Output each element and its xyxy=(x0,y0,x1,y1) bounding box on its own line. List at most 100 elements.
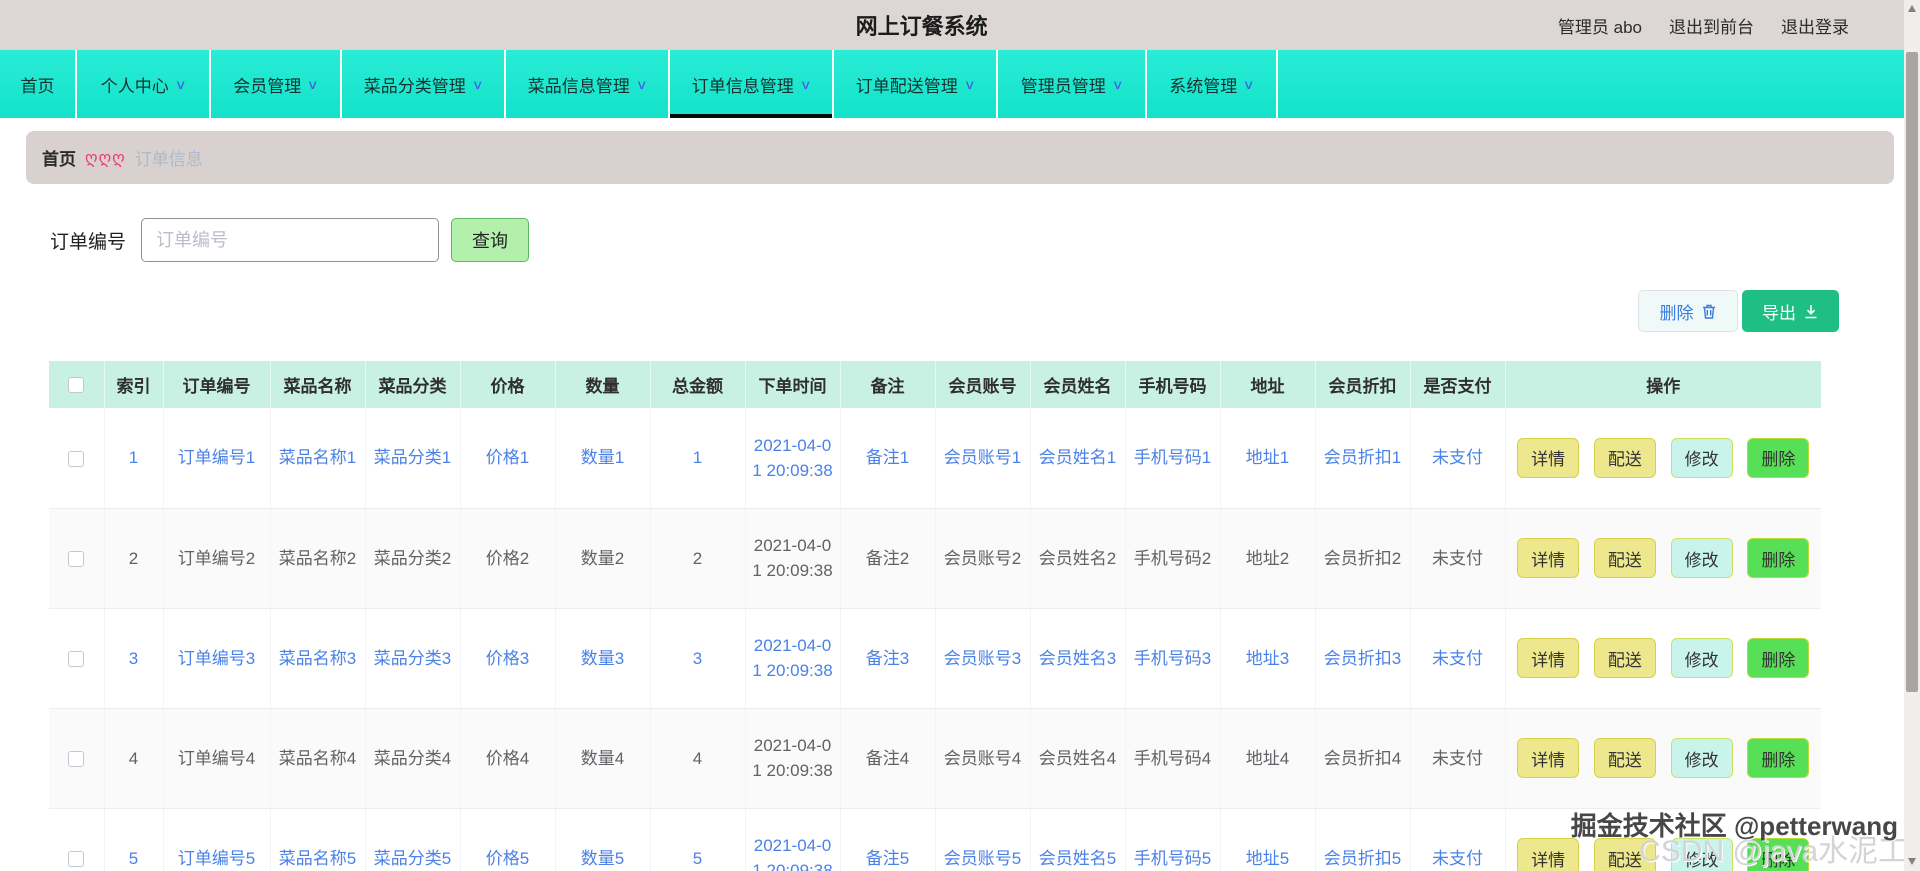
cell-quantity: 数量3 xyxy=(555,608,651,709)
nav-item[interactable]: 个人中心 ∨ xyxy=(77,50,211,118)
deliver-button[interactable]: 配送 xyxy=(1593,437,1656,478)
nav-item[interactable]: 首页 xyxy=(0,50,77,118)
cell-quantity: 数量5 xyxy=(555,808,651,871)
delete-button[interactable]: 删除 xyxy=(1747,538,1810,578)
cell-discount: 会员折扣2 xyxy=(1315,508,1411,609)
cell-dish-category: 菜品分类3 xyxy=(365,608,461,709)
chevron-down-icon: ∨ xyxy=(471,77,484,92)
search-row: 订单编号 查询 xyxy=(50,218,1920,262)
cell-member-name: 会员姓名4 xyxy=(1030,708,1126,809)
nav-item[interactable]: 订单信息管理 ∨ xyxy=(670,50,834,118)
row-checkbox[interactable] xyxy=(68,851,85,868)
nav-item[interactable]: 会员管理 ∨ xyxy=(211,50,342,118)
cell-dish-name: 菜品名称2 xyxy=(270,508,366,609)
column-header: 地址 xyxy=(1220,361,1316,408)
column-header: 菜品名称 xyxy=(270,361,366,408)
orders-table-wrap: 索引 订单编号 菜品名称 菜品分类 价格 数量 总金额 下单时间 备注 会员账号… xyxy=(49,361,1920,871)
cell-member-account: 会员账号3 xyxy=(935,608,1031,709)
row-checkbox[interactable] xyxy=(68,751,85,768)
cell-paid: 未支付 xyxy=(1410,708,1506,809)
back-to-front-link[interactable]: 退出到前台 xyxy=(1669,13,1754,38)
cell-order-no: 订单编号4 xyxy=(163,708,271,809)
column-header: 会员账号 xyxy=(935,361,1031,408)
chevron-down-icon: ∨ xyxy=(635,77,648,92)
scrollbar-up-arrow[interactable] xyxy=(1908,5,1916,12)
nav-item-label: 菜品分类管理 xyxy=(363,76,466,96)
cell-index: 4 xyxy=(104,708,164,809)
cell-dish-name: 菜品名称5 xyxy=(270,808,366,871)
table-header-row: 索引 订单编号 菜品名称 菜品分类 价格 数量 总金额 下单时间 备注 会员账号… xyxy=(49,361,1821,408)
batch-delete-button[interactable]: 删除 xyxy=(1638,290,1738,332)
cell-discount: 会员折扣4 xyxy=(1315,708,1411,809)
deliver-button[interactable]: 配送 xyxy=(1593,738,1656,778)
cell-phone: 手机号码1 xyxy=(1125,408,1221,509)
detail-button[interactable]: 详情 xyxy=(1517,538,1580,578)
column-header: 价格 xyxy=(460,361,556,408)
cell-dish-category: 菜品分类5 xyxy=(365,808,461,871)
export-button[interactable]: 导出 xyxy=(1742,290,1839,332)
nav-item-label: 订单配送管理 xyxy=(855,76,958,96)
detail-button[interactable]: 详情 xyxy=(1517,838,1580,871)
scrollbar-down-arrow[interactable] xyxy=(1908,858,1916,865)
edit-button[interactable]: 修改 xyxy=(1670,738,1733,778)
logout-link[interactable]: 退出登录 xyxy=(1781,13,1849,38)
column-header: 订单编号 xyxy=(163,361,271,408)
cell-remark: 备注1 xyxy=(840,408,936,509)
nav-item[interactable]: 订单配送管理 ∨ xyxy=(834,50,998,118)
delete-button[interactable]: 删除 xyxy=(1747,838,1810,871)
nav-item[interactable]: 菜品信息管理 ∨ xyxy=(506,50,670,118)
chevron-down-icon: ∨ xyxy=(174,77,187,92)
deliver-button[interactable]: 配送 xyxy=(1593,638,1656,678)
edit-button[interactable]: 修改 xyxy=(1670,538,1733,578)
query-button[interactable]: 查询 xyxy=(451,218,530,262)
detail-button[interactable]: 详情 xyxy=(1517,437,1580,478)
column-header: 菜品分类 xyxy=(365,361,461,408)
column-header: 下单时间 xyxy=(745,361,841,408)
order-no-input[interactable] xyxy=(141,218,440,262)
row-actions: 详情 配送 修改 删除 xyxy=(1505,508,1821,609)
row-checkbox[interactable] xyxy=(68,651,85,668)
edit-button[interactable]: 修改 xyxy=(1670,638,1733,678)
row-checkbox[interactable] xyxy=(68,450,85,467)
row-actions: 详情 配送 修改 删除 xyxy=(1505,408,1821,509)
cell-address: 地址4 xyxy=(1220,708,1316,809)
row-select-cell xyxy=(49,708,105,809)
cell-price: 价格1 xyxy=(460,408,556,509)
row-select-cell xyxy=(49,608,105,709)
admin-user-link[interactable]: 管理员 abo xyxy=(1558,13,1642,38)
table-row: 2 订单编号2 菜品名称2 菜品分类2 价格2 数量2 2 2021-04-01… xyxy=(49,508,1821,609)
row-actions: 详情 配送 修改 删除 xyxy=(1505,708,1821,809)
main-nav: 首页 个人中心 ∨ 会员管理 ∨ 菜品分类管理 ∨ 菜品信息管理 ∨ 订单信息管… xyxy=(0,50,1920,118)
edit-button[interactable]: 修改 xyxy=(1670,437,1733,478)
delete-button[interactable]: 删除 xyxy=(1747,437,1810,478)
cell-discount: 会员折扣3 xyxy=(1315,608,1411,709)
cell-member-name: 会员姓名1 xyxy=(1030,408,1126,509)
column-header: 总金额 xyxy=(650,361,746,408)
edit-button[interactable]: 修改 xyxy=(1670,838,1733,871)
nav-item[interactable]: 系统管理 ∨ xyxy=(1147,50,1278,118)
nav-item-label: 会员管理 xyxy=(233,76,302,96)
cell-phone: 手机号码2 xyxy=(1125,508,1221,609)
nav-item-label: 个人中心 xyxy=(100,76,169,96)
column-header: 是否支付 xyxy=(1410,361,1506,408)
nav-item[interactable]: 管理员管理 ∨ xyxy=(998,50,1147,118)
select-all-checkbox[interactable] xyxy=(68,377,85,394)
delete-button[interactable]: 删除 xyxy=(1747,738,1810,778)
vertical-scrollbar[interactable] xyxy=(1904,0,1920,871)
cell-total: 4 xyxy=(650,708,746,809)
cell-total: 1 xyxy=(650,408,746,509)
deliver-button[interactable]: 配送 xyxy=(1593,538,1656,578)
nav-item-label: 管理员管理 xyxy=(1020,76,1106,96)
nav-item-label: 首页 xyxy=(20,76,55,96)
deliver-button[interactable]: 配送 xyxy=(1593,838,1656,871)
nav-item[interactable]: 菜品分类管理 ∨ xyxy=(342,50,506,118)
breadcrumb-home[interactable]: 首页 xyxy=(42,145,76,170)
cell-index: 5 xyxy=(104,808,164,871)
detail-button[interactable]: 详情 xyxy=(1517,638,1580,678)
detail-button[interactable]: 详情 xyxy=(1517,738,1580,778)
delete-button[interactable]: 删除 xyxy=(1747,638,1810,678)
cell-index: 2 xyxy=(104,508,164,609)
row-checkbox[interactable] xyxy=(68,551,85,568)
cell-order-no: 订单编号1 xyxy=(163,408,271,509)
scrollbar-thumb[interactable] xyxy=(1906,52,1918,692)
